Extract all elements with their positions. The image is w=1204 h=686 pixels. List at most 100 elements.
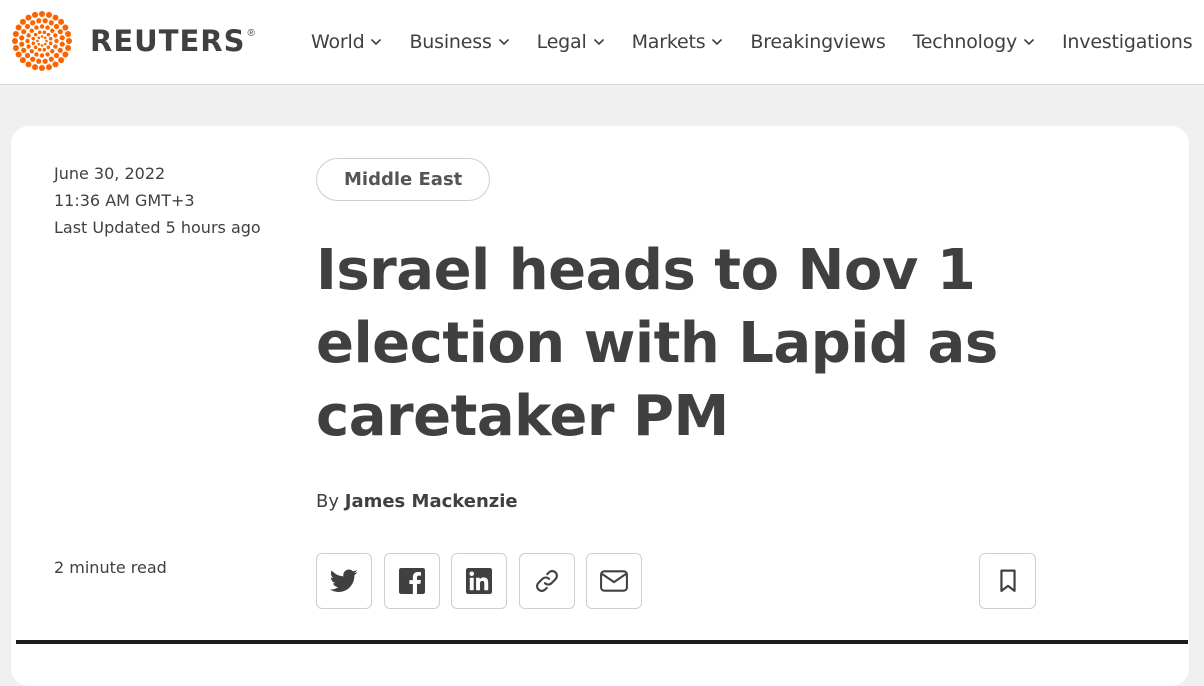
logo-dot [65,44,72,51]
bookmark-button[interactable] [979,553,1036,609]
logo-dot [52,14,59,21]
share-linkedin-button[interactable] [451,553,507,609]
link-icon [535,570,558,592]
email-icon [600,570,628,592]
logo-dot [42,47,47,52]
nav-item-label: Technology [912,31,1018,53]
logo-dot [53,44,58,49]
logo-dot [29,49,34,54]
site-header: REUTERS ® World Business Legal Markets B… [0,0,1204,85]
logo-dot [25,14,32,21]
logo-dot [19,57,26,64]
logo-dot [53,52,60,59]
logo-dot [12,31,19,38]
logo-dot [45,64,52,71]
logo-dot [12,38,18,44]
logo-dot [66,38,72,44]
logo-dot [34,25,39,30]
publish-date: June 30, 2022 [54,164,166,183]
nav-item-label: Legal [536,31,587,53]
reuters-logo-icon [12,11,72,71]
logo-dot [48,56,54,62]
nav-item-label: Business [409,31,492,53]
logo-dot [12,44,19,51]
byline: By James Mackenzie [316,491,518,512]
section-tag-middle-east[interactable]: Middle East [316,158,491,201]
logo-dot [37,47,42,52]
logo-dot [37,42,41,46]
logo-dot [37,36,41,40]
nav-item-world[interactable]: World [311,31,382,53]
logo-dot [40,35,44,38]
copy-link-button[interactable] [518,553,575,609]
nav-item-label: Breakingviews [750,31,886,53]
logo-wordmark: REUTERS [90,24,246,58]
logo-dot [32,64,39,71]
share-email-button[interactable] [586,553,642,609]
reuters-logo[interactable]: REUTERS ® [10,10,255,72]
logo-dot [48,36,53,41]
article-headline: Israel heads to Nov 1 election with Lapi… [316,234,1016,453]
logo-dot [40,44,44,47]
logo-dot [57,47,63,53]
share-twitter-button[interactable] [316,553,372,609]
article-card: June 30, 2022 11:36 AM GMT+3 Last Update… [11,126,1189,686]
logo-dot [46,45,51,50]
logo-dot [59,35,65,41]
logo-dot [48,41,53,46]
logo-dot [43,42,47,46]
logo-dot [25,61,32,68]
logo-dot [53,33,58,38]
registered-mark: ® [247,27,255,39]
logo-dot [26,33,31,38]
nav-item-legal[interactable]: Legal [537,31,605,53]
chevron-down-icon [371,38,382,46]
logo-dot [58,57,65,64]
nav-item-label: Markets [631,31,706,53]
byline-prefix: By [316,491,340,512]
nav-item-technology[interactable]: Technology [913,31,1035,53]
logo-dot [42,30,47,35]
last-updated: Last Updated 5 hours ago [54,218,261,237]
logo-dot [39,11,45,17]
logo-dot [42,18,48,24]
logo-dot [65,31,72,38]
logo-dot [33,45,38,50]
logo-dot [30,20,36,26]
logo-dot [24,23,31,30]
logo-dot [45,52,50,57]
logo-dot [24,52,31,59]
read-time: 2 minute read [54,558,167,577]
logo-dot [21,47,27,53]
logo-dot [36,58,42,64]
logo-dot [45,25,50,30]
logo-dot [62,24,69,31]
nav-item-breakingviews[interactable]: Breakingviews [750,31,885,53]
nav-item-markets[interactable]: Markets [632,31,724,53]
logo-dot [46,32,51,37]
share-bar [316,553,654,609]
chevron-down-icon [593,38,604,46]
logo-dot [45,39,48,43]
logo-dot [57,29,63,35]
share-facebook-button[interactable] [383,553,440,609]
logo-dot [15,24,22,31]
nav-item-investigations[interactable]: Investigations [1062,31,1193,53]
logo-dot [36,18,42,24]
facebook-icon [398,568,425,594]
logo-dot [21,29,27,35]
logo-dot [34,52,39,57]
logo-dot [43,36,47,40]
author-link[interactable]: James Mackenzie [345,491,518,512]
nav-item-business[interactable]: Business [409,31,509,53]
logo-dot [39,53,45,58]
logo-dot [45,11,52,18]
publish-time: 11:36 AM GMT+3 [54,191,195,210]
headline-line: caretaker PM [316,384,729,449]
logo-dot [52,61,59,68]
logo-dot [58,18,65,25]
logo-dot [26,44,31,49]
headline-line: Israel heads to Nov 1 [316,238,976,303]
chevron-down-icon [1023,38,1035,46]
logo-dot [37,30,42,35]
